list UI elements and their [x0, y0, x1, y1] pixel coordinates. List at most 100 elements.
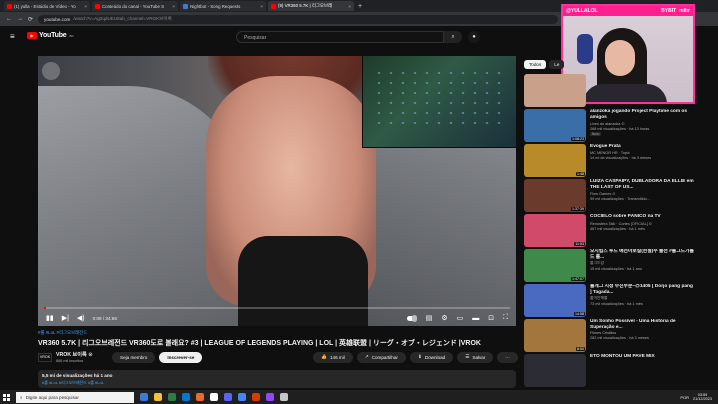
browser-tab-channel-content[interactable]: Conteúdo do canal - YouTube S ×	[92, 1, 178, 11]
recommendation-title[interactable]: 롤개그 시청 무진부분~@1405 [ Dorjo pang pang ] Ta…	[590, 284, 694, 295]
taskbar-app-icon[interactable]	[252, 393, 260, 401]
video-duration: 1:37:39	[571, 207, 585, 211]
description-tags[interactable]: #롤 #LoL #리그오브레전드 #롤 #LoL	[42, 380, 512, 386]
recommendation-item[interactable]: 1:47:07 오시립스 투드 애선마로실(현설)수 출선 #롤그드가롤드 롤..…	[524, 249, 694, 282]
recommendation-title[interactable]: COCIELO sobre PÂNICO na TV	[590, 214, 694, 220]
recommendation-title[interactable]: LUIZA CASPAIPY, DUBLADORA DA ELLIE em TH…	[590, 179, 694, 190]
recommendation-channel[interactable]: Lives do alanzoka ⊙	[590, 121, 694, 126]
video-thumbnail[interactable]: 1:47:07	[524, 249, 586, 282]
video-player[interactable]: ▮▮ ▶| ◀) 0:09 / 34:56 ▤ ⚙ ▭ ▬ ⊡ ⛶	[38, 56, 516, 326]
video-thumbnail[interactable]: 1:08:23	[524, 109, 586, 142]
taskbar-app-icon[interactable]	[140, 393, 148, 401]
url-field[interactable]: youtube.com /watch?v=Ag2qdUEU8ab_channel…	[38, 14, 559, 24]
save-button[interactable]: ☰ Salvar	[457, 351, 494, 363]
volume-icon[interactable]: ◀)	[77, 314, 85, 322]
recommendation-channel[interactable]: 롤그드랑	[590, 261, 694, 266]
channel-avatar[interactable]: VROK	[38, 352, 52, 362]
browser-tab-video[interactable]: (9) VR360 5.7K | 리그오브레 ×	[268, 1, 354, 11]
taskbar-app-icon[interactable]	[280, 393, 288, 401]
new-tab-button[interactable]: +	[358, 3, 362, 10]
recommendation-item[interactable]: 8:50 Um Sonho Possível - Uma História de …	[524, 319, 694, 352]
autoplay-toggle[interactable]	[406, 314, 417, 322]
video-thumbnail[interactable]	[524, 74, 586, 107]
recommendation-item[interactable]: 1:48 Evogue Prata MC MENOR HR · Topic 14 mi…	[524, 144, 694, 177]
windows-start-icon[interactable]	[3, 393, 10, 401]
back-icon[interactable]: ←	[6, 16, 12, 22]
video-thumbnail[interactable]	[524, 354, 586, 387]
theater-icon[interactable]: ▬	[472, 315, 479, 322]
subtitles-icon[interactable]: ▤	[426, 314, 433, 322]
cast-icon[interactable]: ⊡	[488, 314, 494, 322]
close-icon[interactable]: ×	[260, 4, 263, 9]
video-hashtags[interactable]: #롤 #LoL #리그오브레전드	[38, 330, 87, 336]
video-thumbnail[interactable]: 14:58	[524, 284, 586, 317]
search-button[interactable]: ⌕	[444, 31, 462, 43]
subscribe-button[interactable]: Inscrever-se	[159, 351, 203, 363]
chip-second[interactable]: Le	[549, 60, 565, 69]
recommendation-title[interactable]: Um Sonho Possível - Uma História de Supe…	[590, 319, 694, 330]
like-count: 146 mil	[329, 354, 345, 360]
channel-meta: VROK 브이록 ⊙ 866 mil inscritos	[56, 351, 108, 363]
recommendation-channel[interactable]: 불이안해롤	[590, 296, 694, 301]
recommendation-item[interactable]	[524, 74, 694, 107]
join-button[interactable]: Seja membro	[112, 351, 156, 363]
channel-name[interactable]: VROK 브이록 ⊙	[56, 351, 108, 358]
next-icon[interactable]: ▶|	[62, 314, 69, 322]
taskbar-app-icon[interactable]	[154, 393, 162, 401]
vr360-icon[interactable]	[42, 62, 60, 80]
close-icon[interactable]: ×	[84, 4, 87, 9]
game-overlay	[362, 56, 516, 148]
video-thumbnail[interactable]: 8:50	[524, 319, 586, 352]
recommendation-channel[interactable]: Filmes Cristãos	[590, 331, 694, 335]
language-indicator[interactable]: POR	[680, 395, 689, 400]
recommendation-channel[interactable]: Renosfera Talk · Cortes [OFICIAL] ⊙	[590, 221, 694, 226]
recommendation-title[interactable]: ETO MONTOU UM PAVE MIX	[590, 354, 694, 360]
pause-icon[interactable]: ▮▮	[46, 314, 54, 322]
miniplayer-icon[interactable]: ▭	[457, 314, 464, 322]
search-input[interactable]: Pesquisar	[236, 31, 444, 43]
taskbar-app-icon[interactable]	[168, 393, 176, 401]
clock[interactable]: 03:59 21/12/2023	[693, 393, 712, 402]
taskbar-app-icon[interactable]	[238, 393, 246, 401]
taskbar-app-icon[interactable]	[210, 393, 218, 401]
settings-icon[interactable]: ⚙	[441, 314, 447, 322]
recommendation-title[interactable]: 오시립스 투드 애선마로실(현설)수 출선 #롤그드가롤드 롤...	[590, 249, 694, 260]
chip-all[interactable]: Todos	[524, 60, 547, 69]
taskbar-app-icon[interactable]	[266, 393, 274, 401]
recommendation-title[interactable]: alanzoka jogando Project Playtime com os…	[590, 109, 694, 120]
close-icon[interactable]: ×	[172, 4, 175, 9]
recommendation-item[interactable]: 11:53 COCIELO sobre PÂNICO na TV Renosfera…	[524, 214, 694, 247]
reload-icon[interactable]: ⟳	[28, 16, 33, 23]
browser-tab-nightbot[interactable]: Nightbot - Song Requests ×	[180, 1, 266, 11]
recommendation-info: COCIELO sobre PÂNICO na TV Renosfera Talk…	[590, 214, 694, 247]
taskbar-app-icon[interactable]	[182, 393, 190, 401]
recommendation-channel[interactable]: Flow Games ⊙	[590, 191, 694, 196]
taskbar-app-icon[interactable]	[224, 393, 232, 401]
taskbar-search-input[interactable]: ⌕ Digite aqui para pesquisar	[16, 391, 134, 403]
download-button[interactable]: ⬇ Download	[409, 351, 454, 363]
recommendation-item[interactable]: 1:37:39 LUIZA CASPAIPY, DUBLADORA DA ELLI…	[524, 179, 694, 212]
more-actions-button[interactable]: ···	[497, 351, 518, 363]
description-box[interactable]: 5,5 mi de visualizações há 1 ano #롤 #LoL…	[38, 370, 516, 388]
voice-search-button[interactable]: ●	[468, 31, 480, 43]
browser-tab-studio[interactable]: (1) yulla - Estúdio de Vídeo - Yo ×	[4, 1, 90, 11]
fullscreen-icon[interactable]: ⛶	[503, 314, 508, 322]
tab-label: Nightbot - Song Requests	[190, 3, 241, 9]
forward-icon[interactable]: →	[17, 16, 23, 22]
video-thumbnail[interactable]: 11:53	[524, 214, 586, 247]
video-thumbnail[interactable]: 1:37:39	[524, 179, 586, 212]
progress-bar[interactable]	[44, 307, 510, 309]
taskbar-app-icon[interactable]	[196, 393, 204, 401]
share-button[interactable]: ↗ Compartilhar	[356, 351, 406, 363]
menu-icon[interactable]: ≡	[10, 33, 15, 41]
recommendation-item[interactable]: 1:08:23 alanzoka jogando Project Playtime…	[524, 109, 694, 142]
taskbar-search-placeholder: Digite aqui para pesquisar	[25, 394, 79, 400]
like-button[interactable]: 👍 146 mil	[313, 351, 353, 363]
recommendation-item[interactable]: ETO MONTOU UM PAVE MIX	[524, 354, 694, 387]
recommendation-item[interactable]: 14:58 롤개그 시청 무진부분~@1405 [ Dorjo pang pang…	[524, 284, 694, 317]
close-icon[interactable]: ×	[348, 4, 351, 9]
recommendation-channel[interactable]: MC MENOR HR · Topic	[590, 151, 694, 155]
youtube-logo[interactable]: ▶ YouTube BR	[27, 32, 74, 39]
video-thumbnail[interactable]: 1:48	[524, 144, 586, 177]
recommendation-title[interactable]: Evogue Prata	[590, 144, 694, 150]
